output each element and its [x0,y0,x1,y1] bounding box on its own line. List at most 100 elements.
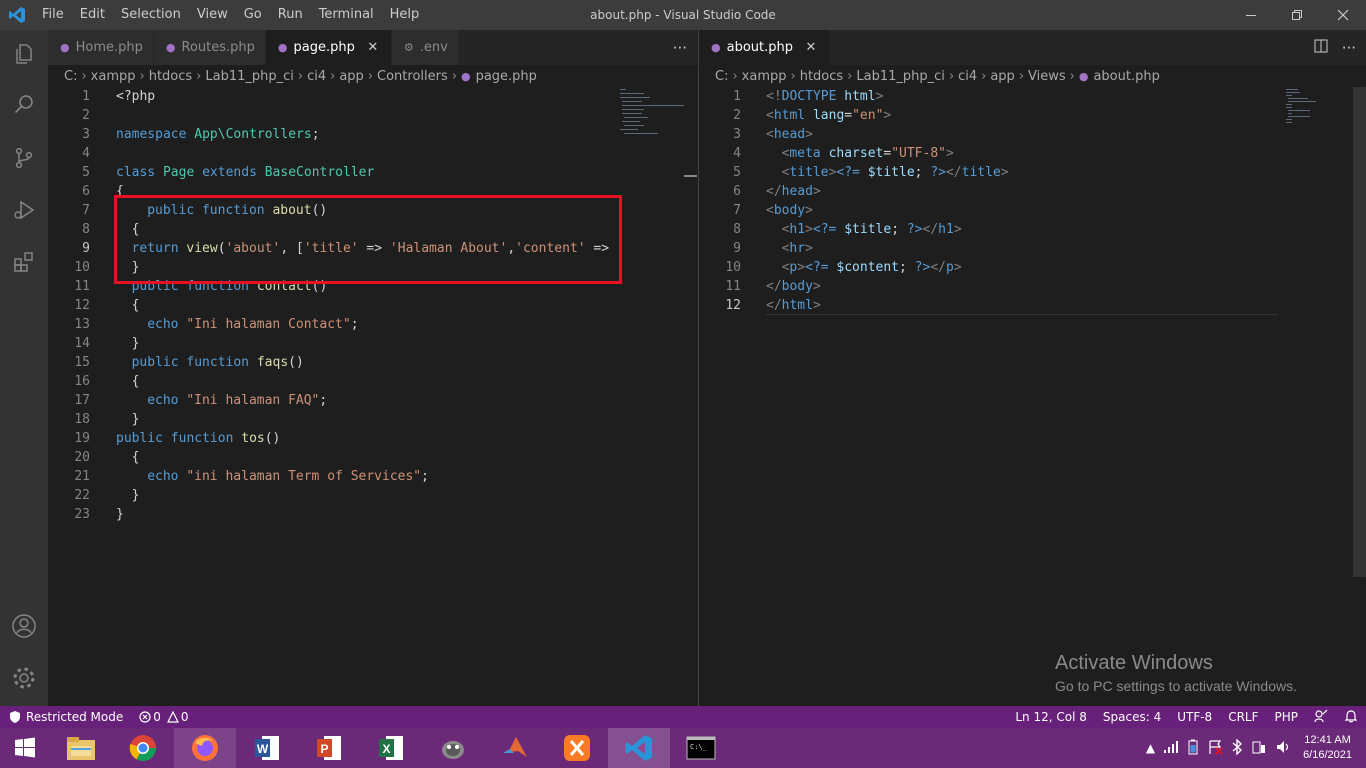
clock[interactable]: 12:41 AM 6/16/2021 [1295,733,1366,763]
manage-button[interactable] [0,654,48,702]
device-icon[interactable] [1251,739,1267,758]
end-of-line[interactable]: CRLF [1220,710,1266,724]
code-line[interactable]: 20 { [48,448,697,467]
more-actions-button[interactable]: ··· [673,39,687,57]
code-line[interactable]: 4 [48,144,697,163]
code-line[interactable]: 18} [48,410,697,429]
show-hidden-icons-button[interactable]: ▲ [1146,741,1155,755]
code-line[interactable]: 13 echo "Ini halaman Contact"; [48,315,697,334]
menu-view[interactable]: View [189,0,236,30]
code-line[interactable]: 2 <html lang="en"> [699,106,1366,125]
split-editor-button[interactable] [1314,39,1328,57]
code-line[interactable]: 6 </head> [699,182,1366,201]
breadcrumb-item[interactable]: xampp [91,69,136,84]
menu-edit[interactable]: Edit [72,0,113,30]
menu-run[interactable]: Run [270,0,311,30]
close-tab-icon[interactable]: ✕ [365,40,381,55]
breadcrumb-item[interactable]: app [339,69,363,84]
menu-selection[interactable]: Selection [113,0,189,30]
indentation[interactable]: Spaces: 4 [1095,710,1169,724]
code-line[interactable]: 11 </body> [699,277,1366,296]
code-line[interactable]: 12 </html> [699,296,1366,315]
taskbar-matlab[interactable] [484,728,546,768]
tab-page-php[interactable]: ● page.php ✕ [265,30,392,65]
code-line[interactable]: 3 <head> [699,125,1366,144]
language-mode[interactable]: PHP [1267,710,1307,724]
code-line[interactable]: 15 public function faqs() [48,353,697,372]
menu-help[interactable]: Help [382,0,428,30]
feedback-button[interactable] [1306,709,1336,726]
minimap-left[interactable] [618,87,688,137]
breadcrumb-item[interactable]: Lab11_php_ci [205,69,294,84]
taskbar-file-explorer[interactable] [50,728,112,768]
extensions-button[interactable] [0,238,48,286]
code-line[interactable]: 2 [48,106,697,125]
minimap-right[interactable] [1284,87,1354,137]
taskbar-word[interactable]: W [236,728,298,768]
tab-about-php[interactable]: ● about.php ✕ [699,30,830,65]
bluetooth-icon[interactable] [1231,737,1243,758]
breadcrumb-item[interactable]: htdocs [800,69,843,84]
taskbar-firefox[interactable] [174,728,236,768]
code-line[interactable]: 8 <h1><?= $title; ?></h1> [699,220,1366,239]
tab-home-php[interactable]: ● Home.php [48,30,154,65]
notifications-button[interactable] [1336,709,1366,726]
network-icon[interactable] [1163,740,1179,757]
breadcrumb-item[interactable]: xampp [742,69,787,84]
breadcrumb-item[interactable]: Lab11_php_ci [856,69,945,84]
restricted-mode-indicator[interactable]: Restricted Mode [0,706,132,728]
breadcrumb-item[interactable]: ci4 [958,69,977,84]
minimize-button[interactable] [1228,0,1274,30]
breadcrumb-item[interactable]: htdocs [149,69,192,84]
code-editor-left[interactable]: 1 <?php 2 3 namespace App\Controllers; 4 5 clas… [48,87,697,524]
close-window-button[interactable] [1320,0,1366,30]
breadcrumb-item[interactable]: Controllers [377,69,448,84]
volume-icon[interactable] [1275,739,1291,758]
code-line[interactable]: 1 <!DOCTYPE html> [699,87,1366,106]
taskbar-chrome[interactable] [112,728,174,768]
code-line[interactable]: 5 class Page extends BaseController [48,163,697,182]
problems-indicator[interactable]: 0 0 [131,710,196,724]
accounts-button[interactable] [0,602,48,650]
taskbar-vscode[interactable] [608,728,670,768]
code-line[interactable]: 21 echo "ini halaman Term of Services"; [48,467,697,486]
more-actions-button[interactable]: ··· [1342,39,1356,57]
restore-button[interactable] [1274,0,1320,30]
code-line[interactable]: 5 <title><?= $title; ?></title> [699,163,1366,182]
taskbar-powerpoint[interactable]: P [298,728,360,768]
breadcrumb-item[interactable]: Views [1028,69,1066,84]
breadcrumb-item[interactable]: app [990,69,1014,84]
menu-go[interactable]: Go [236,0,270,30]
vertical-scrollbar[interactable] [1353,87,1366,577]
menu-file[interactable]: File [34,0,72,30]
code-line[interactable]: 4 <meta charset="UTF-8"> [699,144,1366,163]
battery-icon[interactable] [1187,739,1199,758]
code-editor-right[interactable]: 1 <!DOCTYPE html> 2 <html lang="en"> 3 <head>… [699,87,1366,315]
start-button[interactable] [0,728,50,768]
code-line[interactable]: 14} [48,334,697,353]
code-line[interactable]: 9 <hr> [699,239,1366,258]
search-button[interactable] [0,80,48,128]
menu-terminal[interactable]: Terminal [311,0,382,30]
code-line[interactable]: 12 { [48,296,697,315]
cursor-position[interactable]: Ln 12, Col 8 [1007,710,1095,724]
code-line[interactable]: 3 namespace App\Controllers; [48,125,697,144]
breadcrumb-item[interactable]: ci4 [307,69,326,84]
tab-routes-php[interactable]: ● Routes.php [153,30,266,65]
breadcrumb-item[interactable]: C: [715,69,728,84]
taskbar-cmd[interactable]: C:\_ [670,728,732,768]
close-tab-icon[interactable]: ✕ [803,40,819,55]
code-line[interactable]: 23} [48,505,697,524]
code-line[interactable]: 1 <?php [48,87,697,106]
code-line[interactable]: 22} [48,486,697,505]
code-line[interactable]: 7 <body> [699,201,1366,220]
taskbar-excel[interactable]: X [360,728,422,768]
breadcrumb-item[interactable]: page.php [476,69,537,84]
taskbar-xampp[interactable] [546,728,608,768]
breadcrumb-item[interactable]: C: [64,69,77,84]
explorer-button[interactable] [0,30,48,78]
breadcrumb-item[interactable]: about.php [1093,69,1159,84]
source-control-button[interactable] [0,134,48,182]
encoding[interactable]: UTF-8 [1169,710,1220,724]
code-line[interactable]: 17 echo "Ini halaman FAQ"; [48,391,697,410]
